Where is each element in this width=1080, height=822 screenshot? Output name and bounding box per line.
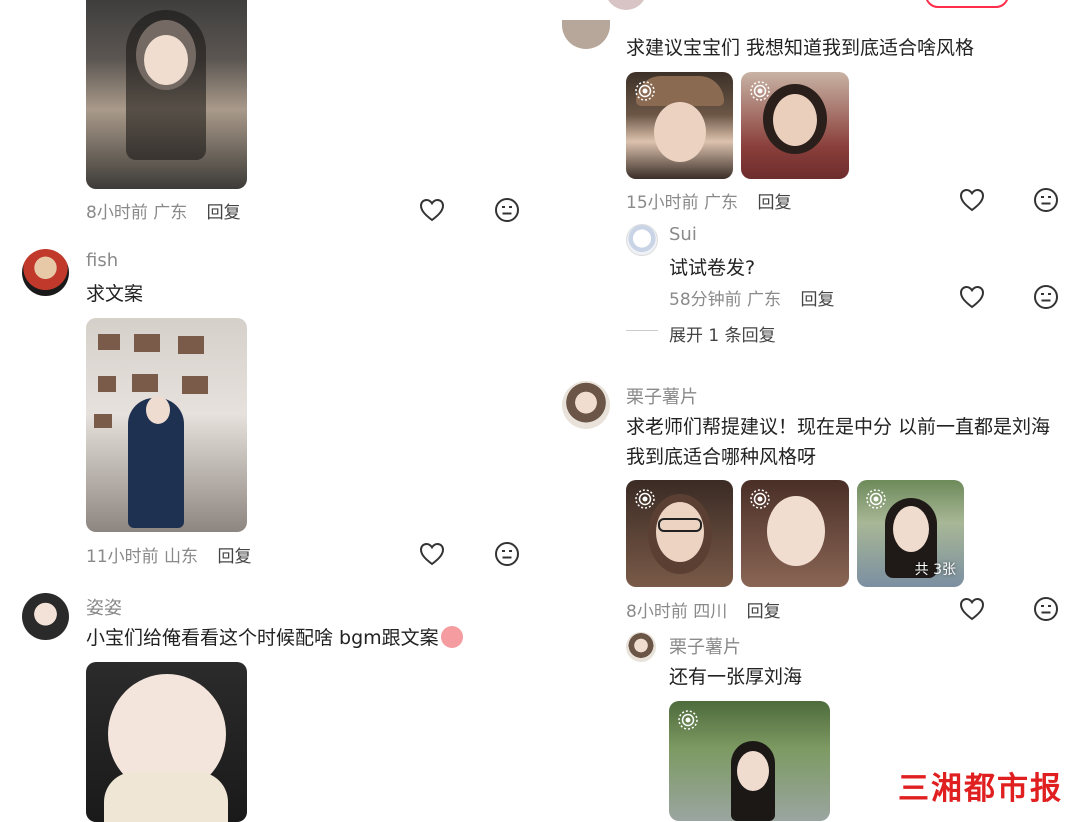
like-heart-icon[interactable] (418, 540, 446, 568)
dislike-face-icon[interactable] (1032, 283, 1060, 311)
avatar[interactable] (605, 0, 647, 10)
comment-meta: 8小时前 四川 回复 (626, 597, 781, 622)
avatar[interactable] (562, 20, 610, 49)
comment-text: 小宝们给俺看看这个时候配啥 bgm跟文案 (86, 623, 463, 650)
dislike-face-icon[interactable] (1032, 186, 1060, 214)
reply-meta: 58分钟前 广东 回复 (669, 285, 834, 310)
follow-button[interactable] (925, 0, 1009, 8)
comment-username[interactable]: fish (86, 250, 118, 271)
avatar[interactable] (22, 593, 69, 640)
reply-username[interactable]: 栗子薯片 (669, 633, 741, 659)
reply-time: 58分钟前 (669, 290, 742, 310)
reply-button[interactable]: 回复 (800, 290, 834, 310)
comment-photo[interactable] (741, 480, 849, 587)
comment-location: 广东 (153, 203, 188, 223)
reply-button[interactable]: 回复 (217, 547, 251, 567)
comment-photo[interactable] (626, 72, 733, 179)
comment-time: 8小时前 (626, 602, 688, 622)
like-heart-icon[interactable] (418, 196, 446, 224)
avatar[interactable] (22, 249, 69, 296)
reply-button[interactable]: 回复 (207, 203, 241, 223)
comment-time: 15小时前 (626, 193, 699, 213)
comment-photo[interactable] (626, 480, 733, 587)
comment-location: 四川 (693, 602, 728, 622)
reply-button[interactable]: 回复 (757, 193, 791, 213)
reply-photo[interactable] (669, 701, 830, 821)
expand-replies-button[interactable]: 展开 1 条回复 (669, 321, 776, 346)
live-photo-icon (634, 488, 656, 510)
dislike-face-icon[interactable] (493, 196, 521, 224)
live-photo-icon (749, 488, 771, 510)
comment-meta: 11小时前 山东 回复 (86, 542, 251, 567)
like-heart-icon[interactable] (958, 283, 986, 311)
comment-text: 求老师们帮提建议！现在是中分 以前一直都是刘海 (626, 416, 1051, 438)
comment-meta: 15小时前 广东 回复 (626, 188, 791, 213)
comment-photo[interactable] (86, 0, 247, 189)
comment-photo[interactable] (86, 318, 247, 532)
like-heart-icon[interactable] (958, 186, 986, 214)
like-heart-icon[interactable] (958, 595, 986, 623)
reply-location: 广东 (747, 290, 782, 310)
avatar[interactable] (626, 632, 656, 662)
reply-username[interactable]: Sui (669, 224, 697, 245)
avatar[interactable] (562, 381, 610, 429)
live-photo-icon (634, 80, 656, 102)
comment-photo[interactable] (741, 72, 849, 179)
comment-text: 求建议宝宝们 我想知道我到底适合啥风格 (626, 37, 975, 59)
comment-username[interactable]: 栗子薯片 (626, 383, 698, 409)
expand-divider (626, 330, 658, 331)
dislike-face-icon[interactable] (1032, 595, 1060, 623)
comment-text-content: 小宝们给俺看看这个时候配啥 bgm跟文案 (86, 627, 439, 649)
comment-location: 山东 (164, 547, 199, 567)
reply-text: 试试卷发? (669, 257, 756, 279)
comment-photo[interactable] (86, 662, 247, 822)
live-photo-icon (749, 80, 771, 102)
reply-text: 还有一张厚刘海 (669, 666, 803, 688)
live-photo-icon (865, 488, 887, 510)
comment-location: 广东 (704, 193, 739, 213)
dislike-face-icon[interactable] (493, 540, 521, 568)
watermark-logo: 三湘都市报 (898, 771, 1063, 807)
comment-text: 求文案 (86, 283, 144, 305)
comment-meta: 8小时前 广东 回复 (86, 198, 241, 223)
avatar[interactable] (626, 224, 658, 256)
comment-time: 11小时前 (86, 547, 159, 567)
emoji-icon (440, 626, 463, 648)
reply-button[interactable]: 回复 (747, 602, 781, 622)
comment-time: 8小时前 (86, 203, 148, 223)
comment-photo[interactable]: 共 3张 (857, 480, 964, 587)
live-photo-icon (677, 709, 699, 731)
photo-count-badge: 共 3张 (914, 562, 956, 578)
comment-username[interactable]: 姿姿 (86, 594, 122, 620)
comment-text-line2: 我到底适合哪种风格呀 (626, 446, 817, 468)
